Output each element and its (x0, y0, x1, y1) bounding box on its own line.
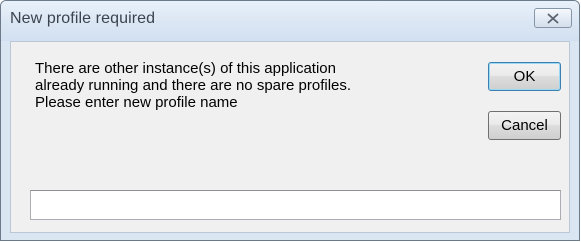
close-icon (547, 13, 559, 23)
message-line: Please enter new profile name (35, 94, 238, 111)
ok-button[interactable]: OK (488, 62, 561, 91)
dialog-body: There are other instance(s) of this appl… (10, 41, 570, 233)
title-bar[interactable]: New profile required (1, 1, 579, 41)
cancel-button[interactable]: Cancel (488, 111, 561, 140)
dialog-window: New profile required There are other ins… (0, 0, 580, 241)
message-text: There are other instance(s) of this appl… (35, 60, 435, 111)
close-button[interactable] (534, 8, 572, 28)
message-line: already running and there are no spare p… (35, 77, 352, 94)
dialog-title: New profile required (10, 10, 156, 27)
message-line: There are other instance(s) of this appl… (35, 60, 336, 77)
profile-name-input[interactable] (30, 190, 561, 220)
